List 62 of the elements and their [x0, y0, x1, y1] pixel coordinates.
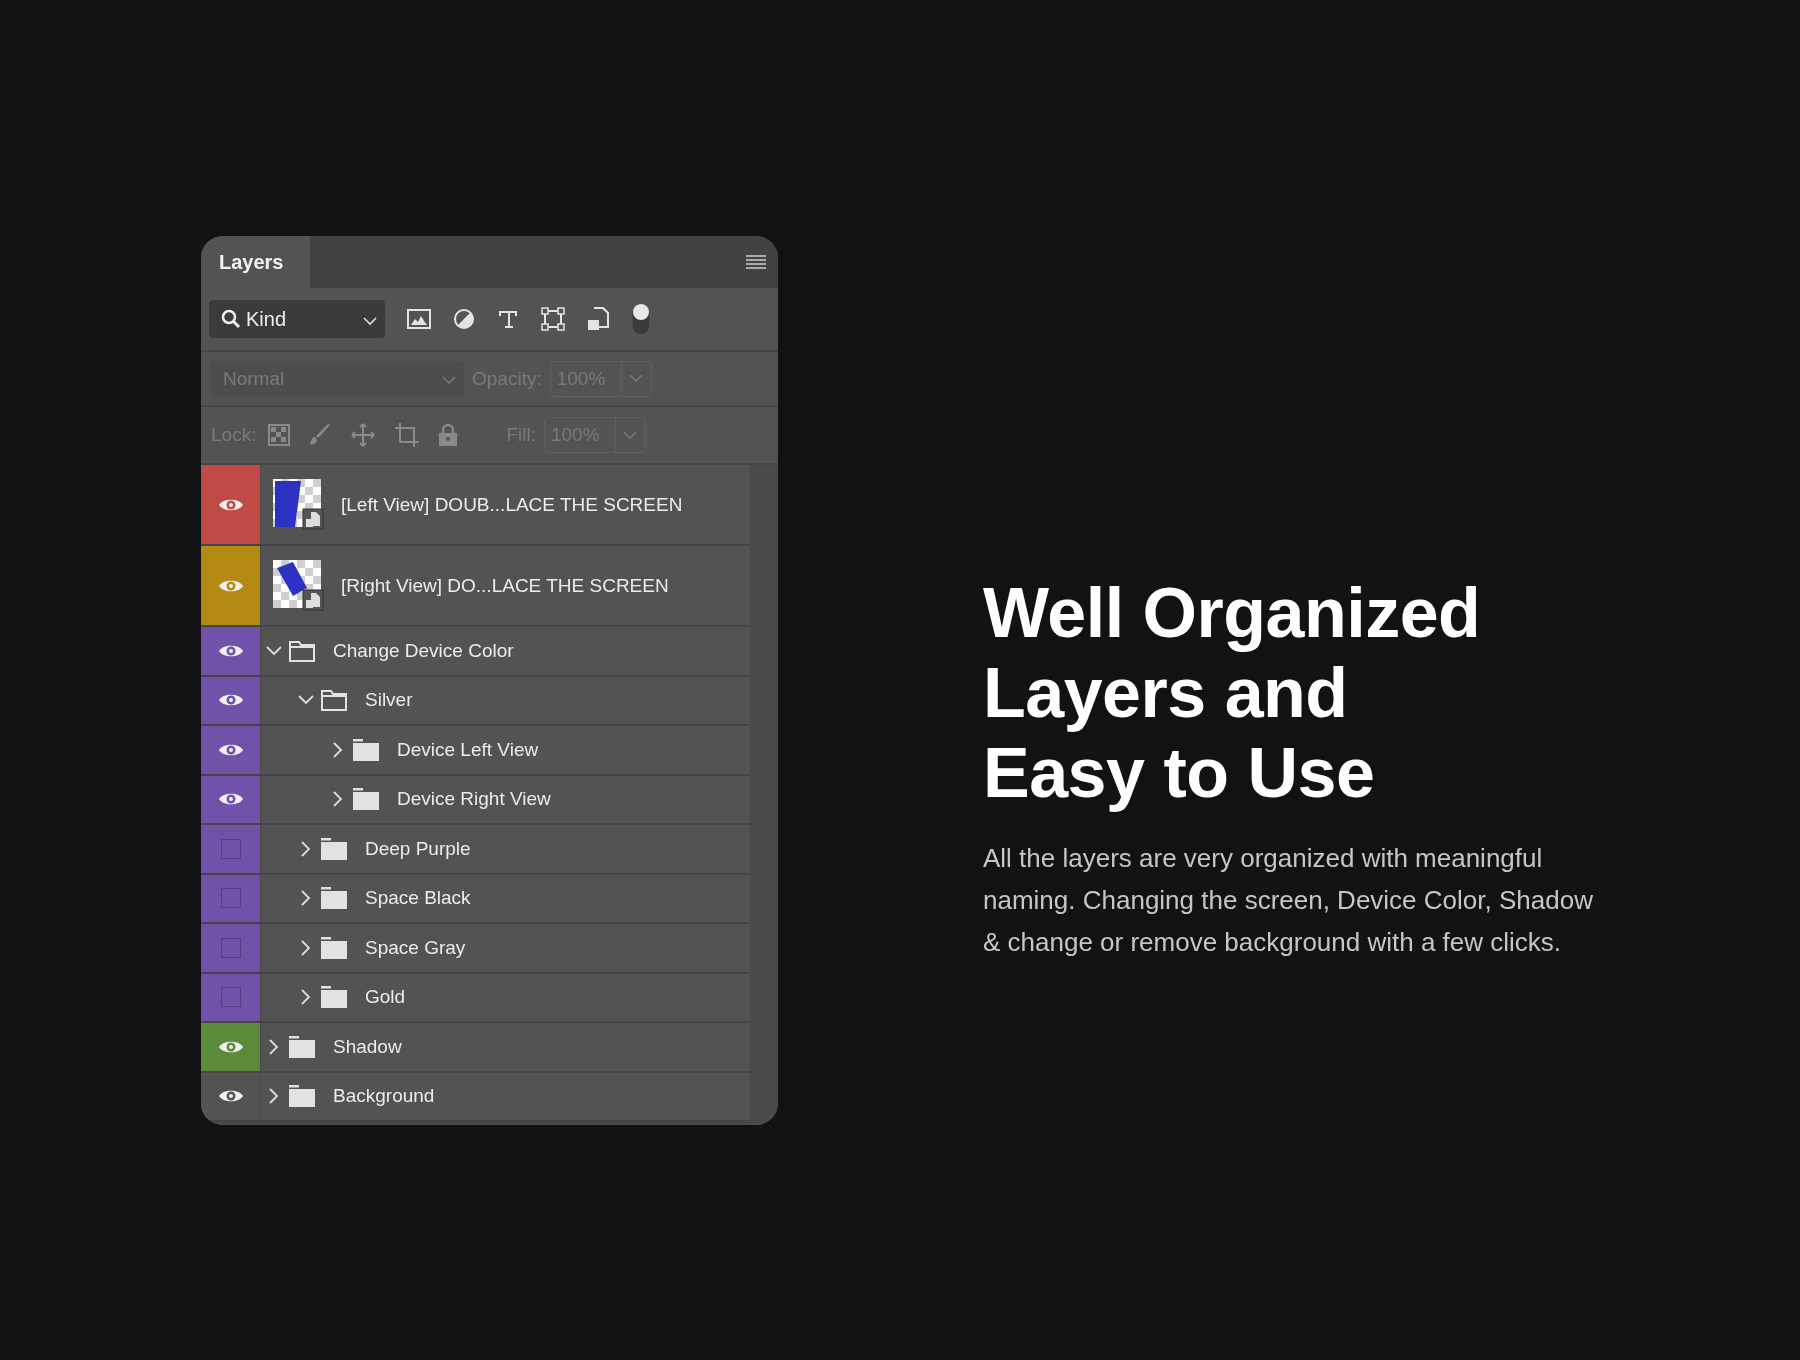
filter-kind-dropdown[interactable]: Kind [209, 300, 385, 338]
layer-name[interactable]: Device Right View [397, 788, 551, 811]
chevron-right-icon[interactable] [333, 791, 343, 808]
visibility-toggle[interactable] [201, 627, 261, 675]
folder-icon [321, 986, 347, 1009]
layer-name[interactable]: Shadow [333, 1035, 402, 1058]
type-filter-icon[interactable] [497, 309, 519, 329]
smart-object-filter-icon[interactable] [587, 307, 609, 331]
visibility-toggle[interactable] [201, 973, 261, 1021]
image-filter-icon[interactable] [407, 309, 431, 329]
description: All the layers are very organized with meaningful naming. Changing the screen, Device Color, Shadow & change or remove background with a few clicks. [983, 842, 1594, 959]
caret-icon [629, 374, 644, 383]
chevron-right-icon[interactable] [301, 890, 311, 907]
visibility-toggle[interactable] [201, 1023, 261, 1071]
visibility-toggle[interactable] [201, 775, 261, 823]
layer-name[interactable]: Silver [365, 689, 413, 712]
chevron-right-icon[interactable] [301, 939, 311, 956]
layer-name[interactable]: Space Gray [365, 936, 466, 959]
layer-name[interactable]: Gold [365, 986, 406, 1009]
search-icon [221, 309, 241, 329]
folder-icon [289, 639, 315, 662]
filter-toggle[interactable] [631, 302, 651, 336]
chevron-down-icon[interactable] [298, 695, 314, 706]
visibility-toggle[interactable] [201, 676, 261, 724]
adjustment-filter-icon[interactable] [453, 308, 475, 330]
layer-name[interactable]: [Left View] DOUB...LACE THE SCREEN [341, 493, 683, 516]
folder-icon [289, 1035, 315, 1058]
visibility-toggle[interactable] [201, 825, 261, 873]
panel-tab[interactable]: Layers [201, 236, 310, 288]
visibility-toggle[interactable] [201, 874, 261, 922]
chevron-right-icon[interactable] [301, 840, 311, 857]
folder-icon [321, 689, 347, 712]
layer-name[interactable]: [Right View] DO...LACE THE SCREEN [341, 574, 669, 597]
folder-icon [321, 936, 347, 959]
visibility-toggle[interactable] [201, 1072, 261, 1120]
layer-name[interactable]: Deep Purple [365, 837, 471, 860]
layer-name[interactable]: Device Left View [397, 738, 539, 761]
folder-icon [353, 738, 379, 761]
visibility-toggle[interactable] [201, 924, 261, 972]
chevron-right-icon[interactable] [269, 1038, 279, 1055]
layer-thumbnail [273, 559, 325, 612]
folder-icon [321, 837, 347, 860]
layer-name[interactable]: Change Device Color [333, 639, 514, 662]
chevron-right-icon[interactable] [301, 989, 311, 1006]
visibility-toggle[interactable] [201, 465, 261, 544]
caret-icon [442, 375, 456, 385]
folder-icon [289, 1085, 315, 1108]
headline: Well Organized Layers and Easy to Use [983, 573, 1482, 813]
caret-icon [623, 430, 638, 440]
shape-filter-icon[interactable] [541, 307, 565, 331]
chevron-right-icon[interactable] [333, 741, 343, 758]
visibility-toggle[interactable] [201, 726, 261, 774]
caret-icon [363, 316, 377, 326]
layer-name[interactable]: Space Black [365, 887, 471, 910]
chevron-right-icon[interactable] [269, 1088, 279, 1105]
layer-thumbnail [273, 478, 325, 531]
menu-icon[interactable] [746, 255, 766, 269]
folder-icon [321, 887, 347, 910]
layer-name[interactable]: Background [333, 1085, 435, 1108]
folder-icon [353, 788, 379, 811]
visibility-toggle[interactable] [201, 546, 261, 625]
chevron-down-icon[interactable] [266, 645, 282, 656]
